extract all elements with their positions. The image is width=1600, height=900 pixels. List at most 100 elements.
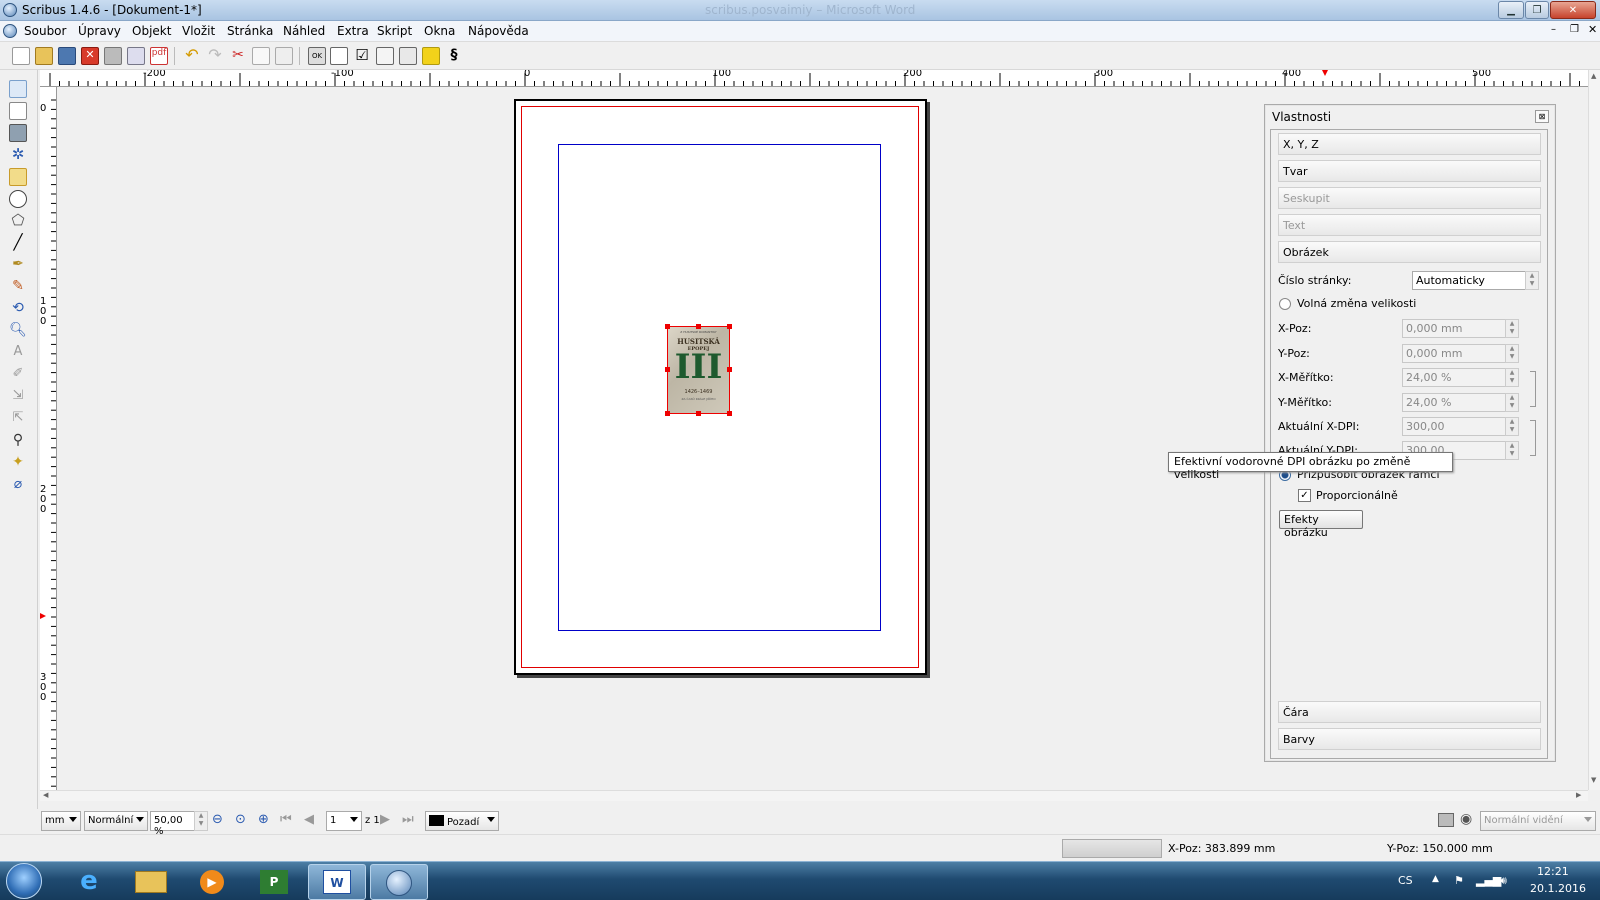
scroll-right-arrow-icon[interactable]: ▶	[1576, 791, 1581, 799]
pdf-text-field-icon[interactable]	[330, 47, 348, 65]
panel-close-button[interactable]: ⊠	[1535, 110, 1549, 123]
page-number-select[interactable]: Automaticky	[1412, 271, 1526, 290]
previous-page-icon[interactable]: ◀	[304, 812, 314, 827]
x-scale-spinner-icon[interactable]: ▲ ▼	[1505, 368, 1519, 387]
copy-icon[interactable]	[252, 47, 270, 65]
menu-upravy[interactable]: Úpravy	[78, 24, 121, 38]
cut-icon[interactable]: ✂	[229, 47, 247, 65]
explorer-icon[interactable]	[122, 864, 180, 900]
mdi-minimize-button[interactable]: –	[1551, 24, 1556, 35]
first-page-icon[interactable]: ⏮	[280, 812, 292, 827]
menu-vlozit[interactable]: Vložit	[182, 24, 215, 38]
edit-text-icon[interactable]: A	[9, 344, 27, 362]
zoom-input[interactable]: 50,00 %	[150, 811, 196, 837]
resize-handle[interactable]	[727, 367, 732, 372]
show-hidden-icons-icon[interactable]: ▲	[1432, 874, 1439, 884]
menu-objekt[interactable]: Objekt	[132, 24, 171, 38]
resize-handle[interactable]	[665, 411, 670, 416]
link-frames-icon[interactable]: ⇲	[9, 388, 27, 406]
menu-soubor[interactable]: Soubor	[24, 24, 66, 38]
export-pdf-icon[interactable]: pdf	[150, 47, 168, 65]
eye-icon[interactable]: ◉	[1460, 811, 1472, 827]
language-indicator[interactable]: CS	[1398, 874, 1413, 887]
scroll-left-arrow-icon[interactable]: ◀	[43, 791, 48, 799]
menu-stranka[interactable]: Stránka	[227, 24, 273, 38]
document-icon[interactable]	[3, 24, 17, 38]
line-icon[interactable]: ╱	[9, 234, 27, 252]
vertical-ruler[interactable]: 0 1 0 0 2 0 0 3 0 0	[40, 87, 57, 790]
menu-napoveda[interactable]: Nápověda	[468, 24, 529, 38]
scribus-taskbar-icon[interactable]	[370, 864, 428, 900]
view-mode-select[interactable]: Normální vidění	[1480, 811, 1596, 831]
pdf-annotation-icon[interactable]	[422, 47, 440, 65]
y-scale-field[interactable]: 24,00 %	[1402, 393, 1506, 412]
rotate-icon[interactable]: ⟲	[9, 300, 27, 318]
close-button[interactable]: ✕	[1550, 1, 1596, 19]
unit-select[interactable]: mm	[41, 811, 81, 831]
x-scale-field[interactable]: 24,00 %	[1402, 368, 1506, 387]
menu-nahled[interactable]: Náhled	[283, 24, 325, 38]
pdf-button-icon[interactable]: OK	[308, 47, 326, 65]
x-pos-field[interactable]: 0,000 mm	[1402, 319, 1506, 338]
shape-icon[interactable]	[9, 190, 27, 208]
dpi-chain-link-icon[interactable]	[1530, 420, 1536, 456]
pdf-listbox-icon[interactable]	[399, 47, 417, 65]
section-tvar[interactable]: Tvar	[1278, 160, 1541, 182]
page-number-spinner-icon[interactable]: ▲ ▼	[1525, 271, 1539, 290]
layer-select[interactable]: Pozadí	[425, 811, 499, 831]
pdf-link-icon[interactable]: §	[445, 47, 463, 65]
page-select[interactable]: 1	[326, 811, 362, 831]
section-seskupit[interactable]: Seskupit	[1278, 187, 1541, 209]
story-editor-icon[interactable]: ✐	[9, 366, 27, 384]
start-button-icon[interactable]	[6, 863, 42, 899]
media-player-icon[interactable]: ▶	[184, 864, 242, 900]
vertical-scrollbar[interactable]: ▲ ▼	[1588, 70, 1600, 790]
measure-icon[interactable]: ⚲	[9, 432, 27, 450]
print-icon[interactable]	[104, 47, 122, 65]
resize-handle[interactable]	[696, 324, 701, 329]
image-mode-select[interactable]: Normální	[84, 811, 148, 831]
image-effects-button[interactable]: Efekty obrázku	[1279, 510, 1363, 539]
proportional-checkbox[interactable]: ✓	[1298, 489, 1311, 502]
next-page-icon[interactable]: ▶	[380, 812, 390, 827]
resize-handle[interactable]	[727, 324, 732, 329]
y-scale-spinner-icon[interactable]: ▲ ▼	[1505, 393, 1519, 412]
image-frame-icon[interactable]	[9, 124, 27, 142]
table-icon[interactable]	[9, 168, 27, 186]
text-frame-icon[interactable]	[9, 102, 27, 120]
section-barvy[interactable]: Barvy	[1278, 728, 1541, 750]
word-icon[interactable]: W	[308, 864, 366, 900]
scribus-app-icon[interactable]	[3, 3, 17, 17]
y-pos-field[interactable]: 0,000 mm	[1402, 344, 1506, 363]
section-cara[interactable]: Čára	[1278, 701, 1541, 723]
last-page-icon[interactable]: ⏭	[402, 812, 414, 827]
undo-icon[interactable]: ↶	[183, 47, 201, 65]
scale-chain-link-icon[interactable]	[1530, 371, 1536, 407]
open-folder-icon[interactable]	[35, 47, 53, 65]
free-scale-radio[interactable]	[1279, 298, 1291, 310]
minimize-button[interactable]: ▁	[1498, 1, 1524, 19]
image-frame[interactable]: Z HUSITSKÉ ROMANTIKY HUSITSKÁ EPOPEJ III…	[667, 326, 730, 414]
horizontal-scrollbar[interactable]: ◀ ▶	[40, 790, 1588, 801]
horizontal-ruler[interactable]: -200 -100 0 100 200 300 400 500	[40, 70, 1588, 87]
unlink-frames-icon[interactable]: ⇱	[9, 410, 27, 428]
resize-handle[interactable]	[665, 367, 670, 372]
clock-date[interactable]: 20.1.2016	[1530, 882, 1586, 895]
zoom-spinner-icon[interactable]: ▲ ▼	[194, 811, 208, 831]
maximize-button[interactable]: ❐	[1525, 1, 1549, 19]
close-document-icon[interactable]: ✕	[81, 47, 99, 65]
resize-handle[interactable]	[696, 411, 701, 416]
save-icon[interactable]	[58, 47, 76, 65]
section-xyz[interactable]: X, Y, Z	[1278, 133, 1541, 155]
y-pos-spinner-icon[interactable]: ▲ ▼	[1505, 344, 1519, 363]
bezier-icon[interactable]: ✒	[9, 256, 27, 274]
pdf-checkbox-icon[interactable]: ☑	[353, 47, 371, 65]
menu-okna[interactable]: Okna	[424, 24, 455, 38]
scroll-down-arrow-icon[interactable]: ▼	[1591, 776, 1596, 784]
x-dpi-spinner-icon[interactable]: ▲ ▼	[1505, 417, 1519, 436]
x-pos-spinner-icon[interactable]: ▲ ▼	[1505, 319, 1519, 338]
internet-explorer-icon[interactable]: e	[60, 864, 118, 900]
x-dpi-field[interactable]: 300,00	[1402, 417, 1506, 436]
volume-icon[interactable]: 🔊︎	[1500, 874, 1507, 888]
resize-handle[interactable]	[727, 411, 732, 416]
